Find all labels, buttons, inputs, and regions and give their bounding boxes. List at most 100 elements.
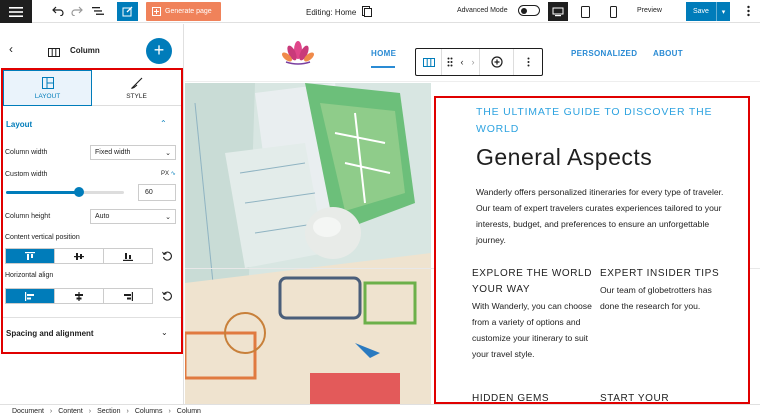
- block-title: Column: [70, 46, 100, 55]
- breadcrumb-item[interactable]: Column: [177, 408, 201, 415]
- spacing-section-title[interactable]: Spacing and alignment: [6, 329, 94, 338]
- reset-icon[interactable]: [158, 248, 176, 264]
- block-toolbar: ‹ ›: [415, 48, 543, 76]
- layout-section-title[interactable]: Layout: [6, 120, 32, 129]
- block-settings-sidebar: ‹ Column + LAYOUT STYLE Layout ⌃ Column …: [0, 24, 184, 404]
- save-options-chevron-icon[interactable]: ▾: [716, 2, 730, 21]
- move-left-icon[interactable]: ‹: [461, 57, 464, 67]
- tablet-view-button[interactable]: [575, 2, 595, 21]
- drag-handle-icon[interactable]: [447, 57, 453, 67]
- unit-label: PX: [161, 171, 170, 177]
- mobile-icon: [609, 5, 617, 18]
- tab-style[interactable]: STYLE: [92, 70, 181, 106]
- chevron-down-icon: ⌄: [165, 214, 171, 221]
- chevron-up-icon[interactable]: ⌃: [160, 119, 167, 128]
- travel-photo[interactable]: [185, 83, 431, 404]
- align-bottom-icon: [123, 252, 133, 261]
- align-right-button[interactable]: [104, 289, 152, 303]
- tablet-icon: [580, 5, 590, 18]
- nav-personalized[interactable]: PERSONALIZED: [571, 49, 637, 58]
- column-width-label: Column width: [5, 149, 48, 156]
- lotus-logo[interactable]: [282, 40, 314, 71]
- desktop-icon: [552, 7, 564, 16]
- nav-home[interactable]: HOME: [371, 49, 396, 58]
- align-center-icon: [75, 291, 83, 301]
- kicker-text: THE ULTIMATE GUIDE TO DISCOVER THE WORLD: [476, 106, 713, 135]
- move-right-icon[interactable]: ›: [472, 57, 475, 67]
- custom-width-slider[interactable]: [6, 187, 124, 197]
- breadcrumb-separator: ›: [126, 408, 129, 415]
- align-right-icon: [124, 291, 133, 301]
- save-button[interactable]: Save ▾: [686, 2, 730, 21]
- tab-layout[interactable]: LAYOUT: [3, 70, 92, 106]
- column-icon: [48, 44, 60, 62]
- breadcrumb: Document › Content › Section › Columns ›…: [0, 404, 760, 418]
- sparkle-icon: [152, 7, 161, 16]
- breadcrumb-item[interactable]: Content: [58, 408, 83, 415]
- feature-title: START YOUR: [600, 393, 670, 404]
- breadcrumb-item[interactable]: Section: [97, 408, 120, 415]
- align-left-button[interactable]: [6, 289, 55, 303]
- page-icon: [361, 6, 372, 17]
- block-type-button[interactable]: [416, 49, 442, 75]
- custom-width-label: Custom width: [5, 171, 48, 178]
- unit-selector[interactable]: PX ∿: [161, 170, 176, 177]
- column-height-select[interactable]: Auto ⌄: [90, 209, 176, 224]
- redo-icon[interactable]: [69, 3, 85, 19]
- editing-indicator[interactable]: Editing: Home: [306, 6, 372, 17]
- breadcrumb-item[interactable]: Columns: [135, 408, 163, 415]
- insert-block-button[interactable]: [480, 49, 514, 75]
- horizontal-align-label: Horizontal align: [5, 272, 54, 279]
- advanced-mode-label: Advanced Mode: [457, 7, 508, 14]
- content-column[interactable]: THE ULTIMATE GUIDE TO DISCOVER THE WORLD…: [434, 96, 750, 404]
- more-options-icon[interactable]: [742, 3, 754, 19]
- generate-page-button[interactable]: Generate page: [146, 2, 221, 21]
- align-middle-icon: [74, 252, 84, 260]
- editing-page-name: Home: [334, 8, 357, 17]
- editor-canvas: HOME N PERSONALIZED ABOUT ‹ ›: [185, 24, 760, 404]
- tab-layout-label: LAYOUT: [34, 92, 61, 100]
- add-block-button[interactable]: +: [146, 38, 172, 64]
- feature-title: EXPERT INSIDER TIPS: [600, 268, 720, 279]
- menu-icon[interactable]: [0, 0, 32, 23]
- brush-icon: [130, 77, 142, 89]
- settings-tabs: LAYOUT STYLE: [3, 70, 181, 106]
- desktop-view-button[interactable]: [548, 2, 568, 21]
- breadcrumb-separator: ›: [88, 408, 92, 415]
- nav-about[interactable]: ABOUT: [653, 49, 683, 58]
- advanced-mode-toggle[interactable]: [518, 5, 540, 16]
- intro-paragraph: Wanderly offers personalized itineraries…: [476, 187, 724, 245]
- top-toolbar: Generate page Editing: Home Advanced Mod…: [0, 0, 760, 23]
- chevron-down-icon: ⌄: [165, 150, 171, 157]
- column-width-select[interactable]: Fixed width ⌄: [90, 145, 176, 160]
- column-height-label: Column height: [5, 213, 51, 220]
- mobile-view-button[interactable]: [603, 2, 623, 21]
- edit-icon[interactable]: [117, 2, 138, 21]
- back-chevron-icon[interactable]: ‹: [9, 42, 13, 56]
- column-width-value: Fixed width: [95, 149, 131, 156]
- editing-label: Editing:: [306, 8, 333, 17]
- undo-icon[interactable]: [50, 3, 66, 19]
- align-center-button[interactable]: [55, 289, 104, 303]
- align-left-icon: [25, 291, 34, 301]
- column-icon: [422, 57, 435, 67]
- breadcrumb-item[interactable]: Document: [12, 408, 44, 415]
- sidebar-header: ‹ Column +: [0, 24, 184, 68]
- generate-page-label: Generate page: [165, 8, 212, 15]
- list-view-icon[interactable]: [90, 3, 106, 19]
- reset-icon[interactable]: [158, 288, 176, 304]
- preview-button[interactable]: Preview: [637, 7, 662, 14]
- tab-style-label: STYLE: [126, 92, 147, 100]
- align-top-button[interactable]: [6, 249, 55, 263]
- block-options-button[interactable]: [514, 49, 542, 75]
- chevron-down-icon[interactable]: ⌄: [161, 328, 168, 337]
- section-divider: [3, 317, 181, 318]
- align-bottom-button[interactable]: [104, 249, 152, 263]
- link-icon: ∿: [170, 171, 176, 177]
- nav-active-underline: [371, 66, 395, 68]
- align-middle-button[interactable]: [55, 249, 104, 263]
- custom-width-input[interactable]: 60: [138, 184, 176, 201]
- more-vertical-icon: [527, 57, 529, 67]
- feature-body: With Wanderly, you can choose from a var…: [472, 301, 592, 359]
- feature-title: EXPLORE THE WORLD YOUR WAY: [472, 268, 593, 295]
